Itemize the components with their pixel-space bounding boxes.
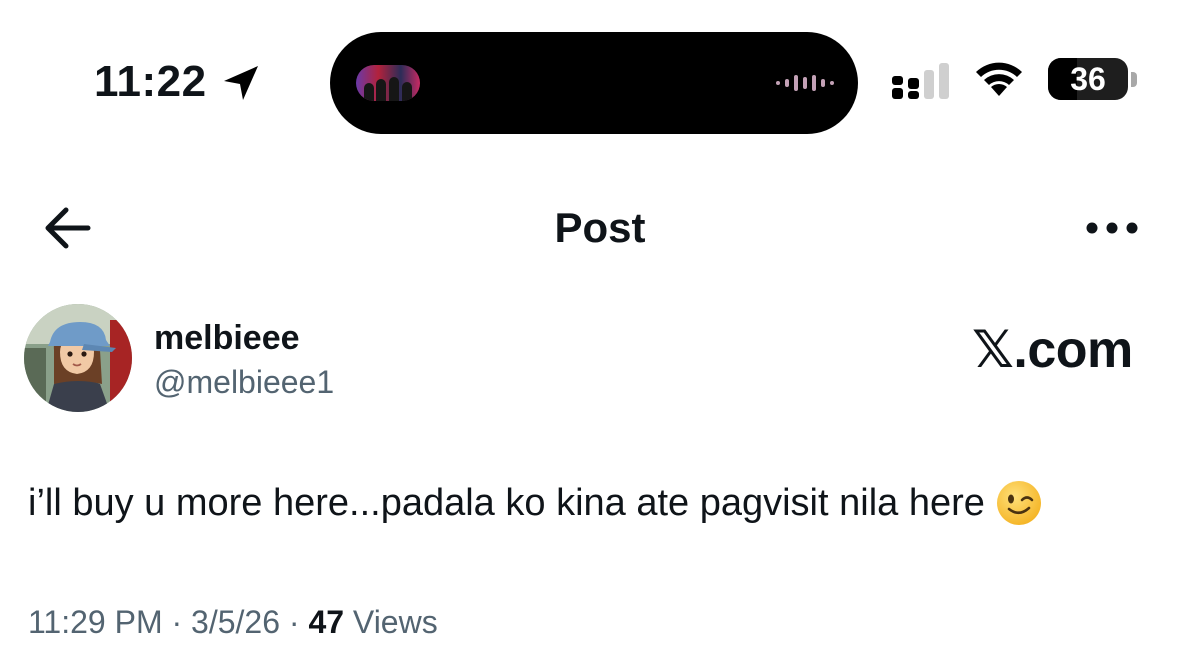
signal-icon: [892, 63, 949, 99]
avatar-illustration: [24, 304, 132, 412]
author-handle[interactable]: @melbieee1: [154, 362, 334, 402]
battery-icon: 36: [1048, 58, 1128, 100]
views-count[interactable]: 47: [308, 604, 344, 640]
battery-level: 36: [1070, 61, 1106, 97]
meta-separator: ·: [162, 604, 192, 640]
battery-cap: [1131, 72, 1137, 87]
status-time: 11:22: [94, 57, 207, 106]
audio-waveform-icon: [776, 75, 834, 91]
post-meta: 11:29 PM · 3/5/26 · 47 Views: [28, 602, 438, 642]
views-label[interactable]: Views: [353, 604, 438, 640]
back-button[interactable]: [36, 200, 100, 256]
post-time[interactable]: 11:29 PM: [28, 604, 163, 640]
winking-face-icon: [996, 480, 1041, 525]
wifi-icon: [976, 62, 1022, 96]
status-bar: 11:22 36: [0, 0, 1200, 150]
dynamic-island[interactable]: [330, 32, 858, 134]
meta-separator: ·: [280, 604, 309, 640]
post-body: i’ll buy u more here...padala ko kina at…: [28, 481, 985, 524]
post-text: i’ll buy u more here...padala ko kina at…: [28, 476, 1178, 528]
location-arrow-icon: [224, 66, 258, 100]
post-date[interactable]: 3/5/26: [191, 604, 280, 640]
avatar[interactable]: [24, 304, 132, 412]
now-playing-thumbnail[interactable]: [356, 65, 420, 101]
more-options-button[interactable]: [1080, 205, 1144, 251]
x-logo: 𝕏.com: [972, 320, 1133, 380]
x-watermark: 𝕏.com: [972, 321, 1133, 379]
page-title: Post: [554, 204, 646, 251]
author-display-name[interactable]: melbieee: [154, 318, 300, 358]
